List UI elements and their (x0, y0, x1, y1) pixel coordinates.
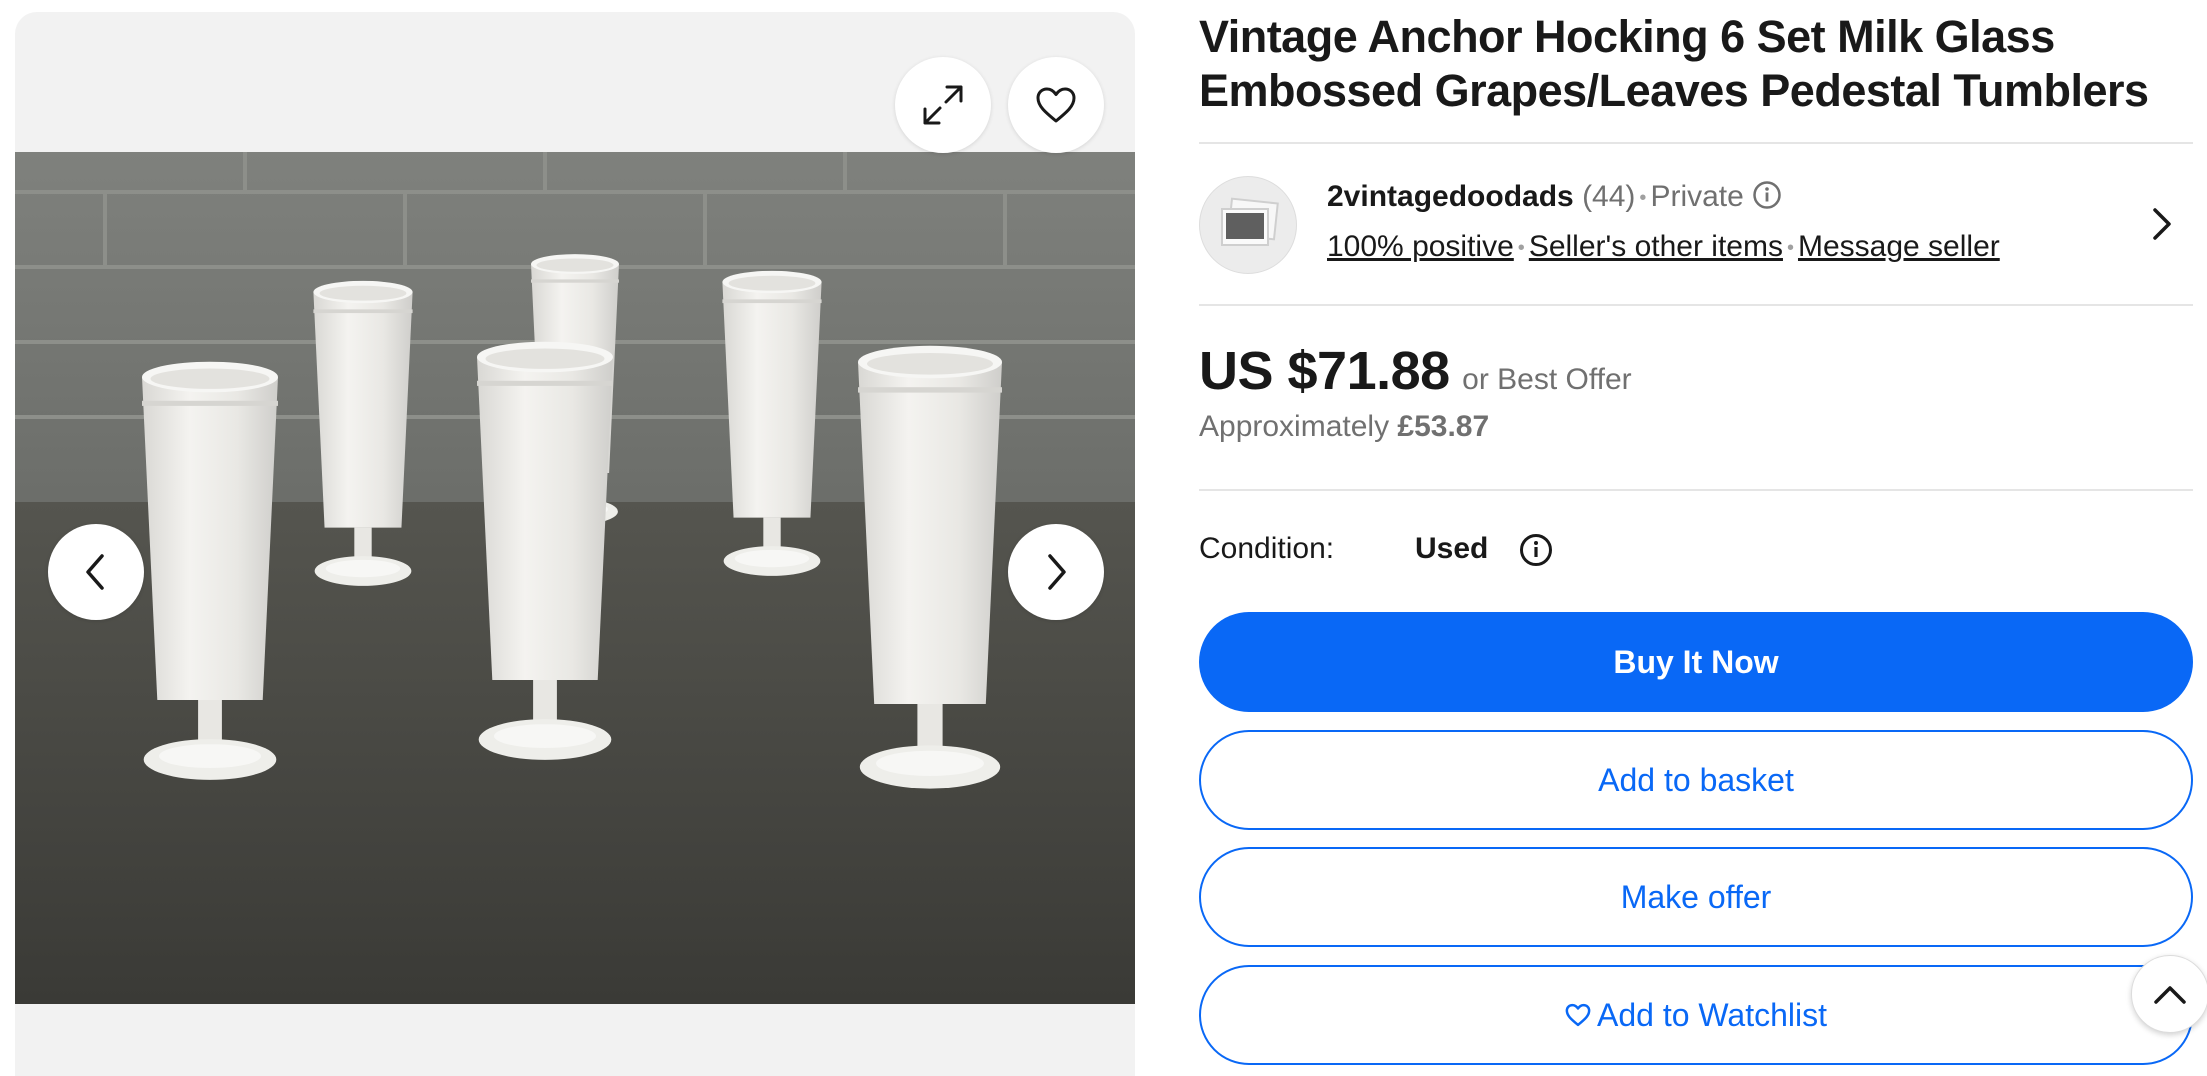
expand-icon (923, 85, 963, 125)
divider (1199, 489, 2193, 491)
seller-type: Private (1650, 180, 1744, 213)
condition-value: Used (1415, 532, 1489, 565)
product-photo[interactable] (15, 152, 1135, 1004)
feedback-count: (44) (1582, 180, 1636, 213)
heart-icon (1036, 87, 1076, 123)
best-offer-label: or Best Offer (1462, 363, 1632, 396)
info-icon[interactable] (1519, 533, 1553, 567)
approx-value: £53.87 (1397, 410, 1490, 443)
buy-it-now-label: Buy It Now (1613, 643, 1779, 680)
photo-placeholder-icon (1221, 197, 1279, 246)
previous-image-button[interactable] (48, 524, 144, 620)
separator-dot: • (1639, 186, 1647, 209)
price: US $71.88 (1199, 341, 1450, 401)
seller-name[interactable]: 2vintagedoodads (1327, 180, 1574, 213)
heart-icon (1565, 1003, 1591, 1027)
chevron-right-icon (1048, 554, 1066, 590)
back-to-top-button[interactable] (2131, 955, 2207, 1033)
add-to-watchlist-label: Add to Watchlist (1596, 996, 1827, 1033)
product-photo-drawing (15, 152, 1135, 1004)
add-to-watchlist-button[interactable]: Add to Watchlist (1199, 965, 2193, 1065)
condition-row: Condition: Used (1199, 532, 1553, 567)
save-to-watchlist-button[interactable] (1008, 57, 1104, 153)
add-to-basket-label: Add to basket (1598, 761, 1794, 798)
separator-dot: • (1517, 236, 1525, 259)
seller-info: 2vintagedoodads (44) • Private (1327, 180, 1782, 214)
image-gallery (15, 12, 1135, 1076)
make-offer-button[interactable]: Make offer (1199, 847, 2193, 947)
separator-dot: • (1786, 236, 1794, 259)
price-row: US $71.88 or Best Offer (1199, 340, 1632, 402)
seller-other-items-link[interactable]: Seller's other items (1529, 230, 1783, 263)
positive-feedback-link[interactable]: 100% positive (1327, 230, 1514, 263)
condition-label: Condition: (1199, 532, 1335, 565)
chevron-left-icon (86, 554, 104, 590)
seller-avatar[interactable] (1199, 176, 1297, 274)
expand-image-button[interactable] (895, 57, 991, 153)
approximate-price: Approximately £53.87 (1199, 410, 1489, 444)
seller-card[interactable]: 2vintagedoodads (44) • Private 100% positi… (1199, 176, 2193, 274)
divider (1199, 304, 2193, 306)
listing-title: Vintage Anchor Hocking 6 Set Milk Glass … (1199, 11, 2149, 116)
info-icon[interactable] (1752, 180, 1782, 210)
seller-links: 100% positive • Seller's other items • Messa… (1327, 230, 2000, 264)
approx-prefix: Approximately (1199, 410, 1390, 443)
chevron-up-icon (2154, 986, 2186, 1004)
chevron-right-icon[interactable] (2151, 206, 2173, 242)
make-offer-label: Make offer (1620, 878, 1772, 915)
next-image-button[interactable] (1008, 524, 1104, 620)
buy-it-now-button[interactable]: Buy It Now (1199, 612, 2193, 712)
divider (1199, 142, 2193, 144)
message-seller-link[interactable]: Message seller (1798, 230, 2000, 263)
add-to-basket-button[interactable]: Add to basket (1199, 730, 2193, 830)
